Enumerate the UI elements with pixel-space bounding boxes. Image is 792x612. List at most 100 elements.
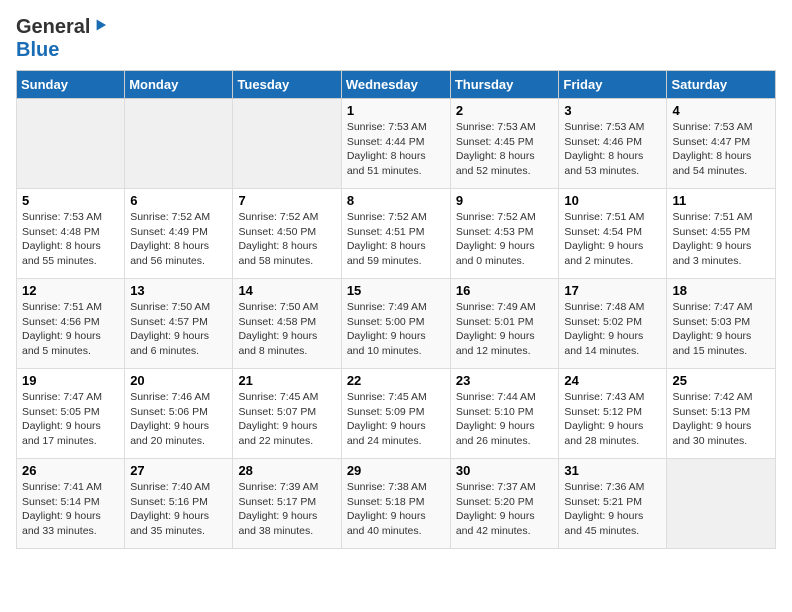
calendar-cell: 25 Sunrise: 7:42 AM Sunset: 5:13 PM Dayli… bbox=[667, 369, 776, 459]
calendar-header-cell: Saturday bbox=[667, 71, 776, 99]
day-number: 25 bbox=[672, 373, 770, 388]
day-number: 6 bbox=[130, 193, 227, 208]
calendar-cell: 23 Sunrise: 7:44 AM Sunset: 5:10 PM Dayli… bbox=[450, 369, 559, 459]
calendar-week-row: 12 Sunrise: 7:51 AM Sunset: 4:56 PM Dayli… bbox=[17, 279, 776, 369]
day-number: 31 bbox=[564, 463, 661, 478]
calendar-cell: 29 Sunrise: 7:38 AM Sunset: 5:18 PM Dayli… bbox=[341, 459, 450, 549]
day-info: Sunrise: 7:40 AM Sunset: 5:16 PM Dayligh… bbox=[130, 480, 227, 539]
day-info: Sunrise: 7:42 AM Sunset: 5:13 PM Dayligh… bbox=[672, 390, 770, 449]
calendar-cell: 14 Sunrise: 7:50 AM Sunset: 4:58 PM Dayli… bbox=[233, 279, 341, 369]
calendar-week-row: 1Sunrise: 7:53 AM Sunset: 4:44 PM Daylig… bbox=[17, 99, 776, 189]
calendar-cell bbox=[17, 99, 125, 189]
calendar-cell: 16Sunrise: 7:49 AM Sunset: 5:01 PM Dayli… bbox=[450, 279, 559, 369]
day-info: Sunrise: 7:51 AM Sunset: 4:54 PM Dayligh… bbox=[564, 210, 661, 269]
calendar-cell: 30 Sunrise: 7:37 AM Sunset: 5:20 PM Dayli… bbox=[450, 459, 559, 549]
day-info: Sunrise: 7:47 AM Sunset: 5:03 PM Dayligh… bbox=[672, 300, 770, 359]
day-number: 26 bbox=[22, 463, 119, 478]
calendar-cell: 22 Sunrise: 7:45 AM Sunset: 5:09 PM Dayli… bbox=[341, 369, 450, 459]
calendar-cell: 26 Sunrise: 7:41 AM Sunset: 5:14 PM Dayli… bbox=[17, 459, 125, 549]
calendar-cell: 11 Sunrise: 7:51 AM Sunset: 4:55 PM Dayli… bbox=[667, 189, 776, 279]
logo-general-text: General bbox=[16, 16, 90, 39]
calendar-cell: 8 Sunrise: 7:52 AM Sunset: 4:51 PM Daylig… bbox=[341, 189, 450, 279]
day-info: Sunrise: 7:38 AM Sunset: 5:18 PM Dayligh… bbox=[347, 480, 445, 539]
calendar-cell bbox=[233, 99, 341, 189]
calendar-cell: 5 Sunrise: 7:53 AM Sunset: 4:48 PM Daylig… bbox=[17, 189, 125, 279]
calendar-cell: 31 Sunrise: 7:36 AM Sunset: 5:21 PM Dayli… bbox=[559, 459, 667, 549]
day-info: Sunrise: 7:52 AM Sunset: 4:53 PM Dayligh… bbox=[456, 210, 554, 269]
day-number: 15 bbox=[347, 283, 445, 298]
day-info: Sunrise: 7:50 AM Sunset: 4:57 PM Dayligh… bbox=[130, 300, 227, 359]
day-number: 28 bbox=[238, 463, 335, 478]
calendar-table: SundayMondayTuesdayWednesdayThursdayFrid… bbox=[16, 70, 776, 549]
day-number: 23 bbox=[456, 373, 554, 388]
day-number: 18 bbox=[672, 283, 770, 298]
calendar-header-cell: Thursday bbox=[450, 71, 559, 99]
calendar-cell: 27 Sunrise: 7:40 AM Sunset: 5:16 PM Dayli… bbox=[125, 459, 233, 549]
day-info: Sunrise: 7:44 AM Sunset: 5:10 PM Dayligh… bbox=[456, 390, 554, 449]
day-number: 29 bbox=[347, 463, 445, 478]
calendar-cell: 20 Sunrise: 7:46 AM Sunset: 5:06 PM Dayli… bbox=[125, 369, 233, 459]
day-number: 21 bbox=[238, 373, 335, 388]
calendar-header-cell: Sunday bbox=[17, 71, 125, 99]
day-info: Sunrise: 7:45 AM Sunset: 5:09 PM Dayligh… bbox=[347, 390, 445, 449]
calendar-cell: 7 Sunrise: 7:52 AM Sunset: 4:50 PM Daylig… bbox=[233, 189, 341, 279]
day-number: 14 bbox=[238, 283, 335, 298]
calendar-cell: 9 Sunrise: 7:52 AM Sunset: 4:53 PM Daylig… bbox=[450, 189, 559, 279]
calendar-header-cell: Tuesday bbox=[233, 71, 341, 99]
day-number: 27 bbox=[130, 463, 227, 478]
calendar-cell: 18 Sunrise: 7:47 AM Sunset: 5:03 PM Dayli… bbox=[667, 279, 776, 369]
calendar-cell: 6 Sunrise: 7:52 AM Sunset: 4:49 PM Daylig… bbox=[125, 189, 233, 279]
day-info: Sunrise: 7:52 AM Sunset: 4:51 PM Dayligh… bbox=[347, 210, 445, 269]
day-number: 4 bbox=[672, 103, 770, 118]
logo: General ⯈ Blue bbox=[16, 16, 108, 62]
day-info: Sunrise: 7:51 AM Sunset: 4:55 PM Dayligh… bbox=[672, 210, 770, 269]
calendar-week-row: 26 Sunrise: 7:41 AM Sunset: 5:14 PM Dayli… bbox=[17, 459, 776, 549]
calendar-cell: 13 Sunrise: 7:50 AM Sunset: 4:57 PM Dayli… bbox=[125, 279, 233, 369]
day-number: 20 bbox=[130, 373, 227, 388]
day-info: Sunrise: 7:53 AM Sunset: 4:46 PM Dayligh… bbox=[564, 120, 661, 179]
calendar-cell: 2Sunrise: 7:53 AM Sunset: 4:45 PM Daylig… bbox=[450, 99, 559, 189]
calendar-cell: 15 Sunrise: 7:49 AM Sunset: 5:00 PM Dayli… bbox=[341, 279, 450, 369]
calendar-header-cell: Monday bbox=[125, 71, 233, 99]
day-info: Sunrise: 7:46 AM Sunset: 5:06 PM Dayligh… bbox=[130, 390, 227, 449]
day-number: 17 bbox=[564, 283, 661, 298]
day-info: Sunrise: 7:52 AM Sunset: 4:50 PM Dayligh… bbox=[238, 210, 335, 269]
day-info: Sunrise: 7:50 AM Sunset: 4:58 PM Dayligh… bbox=[238, 300, 335, 359]
day-info: Sunrise: 7:49 AM Sunset: 5:01 PM Dayligh… bbox=[456, 300, 554, 359]
day-number: 22 bbox=[347, 373, 445, 388]
day-info: Sunrise: 7:41 AM Sunset: 5:14 PM Dayligh… bbox=[22, 480, 119, 539]
day-info: Sunrise: 7:53 AM Sunset: 4:47 PM Dayligh… bbox=[672, 120, 770, 179]
day-number: 11 bbox=[672, 193, 770, 208]
calendar-cell bbox=[667, 459, 776, 549]
day-number: 2 bbox=[456, 103, 554, 118]
header: General ⯈ Blue bbox=[16, 16, 776, 62]
day-number: 13 bbox=[130, 283, 227, 298]
calendar-cell: 1Sunrise: 7:53 AM Sunset: 4:44 PM Daylig… bbox=[341, 99, 450, 189]
day-number: 10 bbox=[564, 193, 661, 208]
day-info: Sunrise: 7:37 AM Sunset: 5:20 PM Dayligh… bbox=[456, 480, 554, 539]
calendar-cell: 28 Sunrise: 7:39 AM Sunset: 5:17 PM Dayli… bbox=[233, 459, 341, 549]
calendar-cell: 12 Sunrise: 7:51 AM Sunset: 4:56 PM Dayli… bbox=[17, 279, 125, 369]
day-info: Sunrise: 7:36 AM Sunset: 5:21 PM Dayligh… bbox=[564, 480, 661, 539]
calendar-header-cell: Friday bbox=[559, 71, 667, 99]
day-number: 7 bbox=[238, 193, 335, 208]
day-number: 5 bbox=[22, 193, 119, 208]
day-number: 30 bbox=[456, 463, 554, 478]
calendar-cell: 4 Sunrise: 7:53 AM Sunset: 4:47 PM Daylig… bbox=[667, 99, 776, 189]
day-info: Sunrise: 7:39 AM Sunset: 5:17 PM Dayligh… bbox=[238, 480, 335, 539]
day-info: Sunrise: 7:49 AM Sunset: 5:00 PM Dayligh… bbox=[347, 300, 445, 359]
calendar-cell bbox=[125, 99, 233, 189]
day-number: 19 bbox=[22, 373, 119, 388]
day-number: 9 bbox=[456, 193, 554, 208]
day-info: Sunrise: 7:45 AM Sunset: 5:07 PM Dayligh… bbox=[238, 390, 335, 449]
day-info: Sunrise: 7:48 AM Sunset: 5:02 PM Dayligh… bbox=[564, 300, 661, 359]
day-number: 12 bbox=[22, 283, 119, 298]
calendar-body: 1Sunrise: 7:53 AM Sunset: 4:44 PM Daylig… bbox=[17, 99, 776, 549]
day-number: 3 bbox=[564, 103, 661, 118]
day-info: Sunrise: 7:53 AM Sunset: 4:48 PM Dayligh… bbox=[22, 210, 119, 269]
day-info: Sunrise: 7:51 AM Sunset: 4:56 PM Dayligh… bbox=[22, 300, 119, 359]
day-number: 8 bbox=[347, 193, 445, 208]
day-info: Sunrise: 7:52 AM Sunset: 4:49 PM Dayligh… bbox=[130, 210, 227, 269]
day-number: 24 bbox=[564, 373, 661, 388]
calendar-week-row: 5 Sunrise: 7:53 AM Sunset: 4:48 PM Daylig… bbox=[17, 189, 776, 279]
